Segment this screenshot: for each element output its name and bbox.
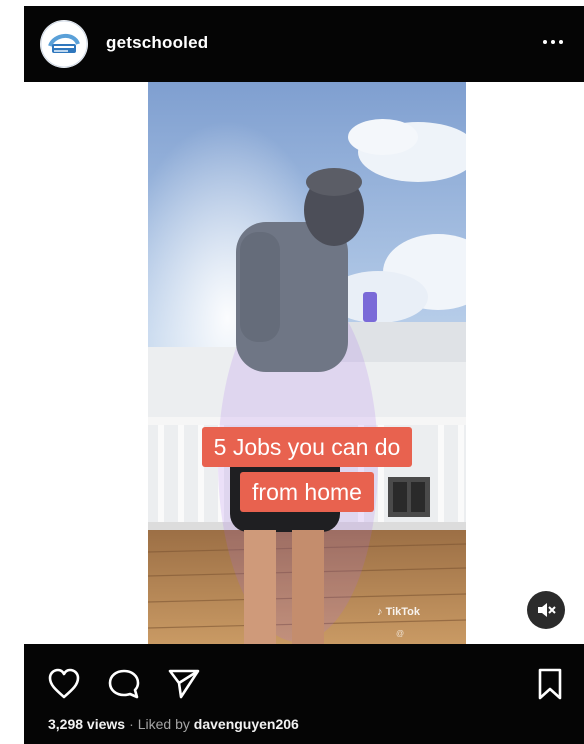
mute-toggle-button[interactable] <box>527 591 565 629</box>
video-frame-image <box>148 82 466 644</box>
save-button[interactable] <box>532 666 568 702</box>
post-stats: 3,298 views · Liked by davenguyen206 <box>48 716 299 732</box>
stats-separator: · <box>129 716 134 732</box>
comment-icon <box>108 669 140 699</box>
tiktok-watermark: ♪ TikTok <box>377 606 420 618</box>
liked-by-label: Liked by <box>137 716 190 732</box>
share-button[interactable] <box>166 666 202 702</box>
post-video[interactable]: 5 Jobs you can do from home <box>148 82 466 644</box>
instagram-post: getschooled 5 Jobs you can do from home … <box>24 6 584 744</box>
comment-button[interactable] <box>106 666 142 702</box>
more-options-icon[interactable] <box>536 32 570 52</box>
heart-icon <box>48 668 80 699</box>
like-button[interactable] <box>46 666 82 702</box>
post-actions-bar: 3,298 views · Liked by davenguyen206 <box>24 644 584 744</box>
avatar[interactable] <box>40 20 88 68</box>
video-caption-line-2: from home <box>148 472 466 512</box>
views-count: 3,298 views <box>48 716 126 732</box>
liked-by-user-link[interactable]: davenguyen206 <box>194 716 299 732</box>
tiktok-logo-icon: ♪ <box>377 606 383 618</box>
video-caption-line-1: 5 Jobs you can do <box>148 427 466 467</box>
caption-text-1: 5 Jobs you can do <box>201 427 413 467</box>
tiktok-watermark-text: TikTok <box>385 606 420 618</box>
tiktok-handle: @ <box>396 629 405 638</box>
speaker-muted-icon <box>538 603 556 617</box>
username[interactable]: getschooled <box>106 33 208 53</box>
bookmark-icon <box>538 668 562 700</box>
getschooled-logo-icon <box>40 20 88 68</box>
caption-text-2: from home <box>240 472 374 512</box>
send-icon <box>168 669 200 699</box>
post-header: getschooled <box>24 6 584 82</box>
